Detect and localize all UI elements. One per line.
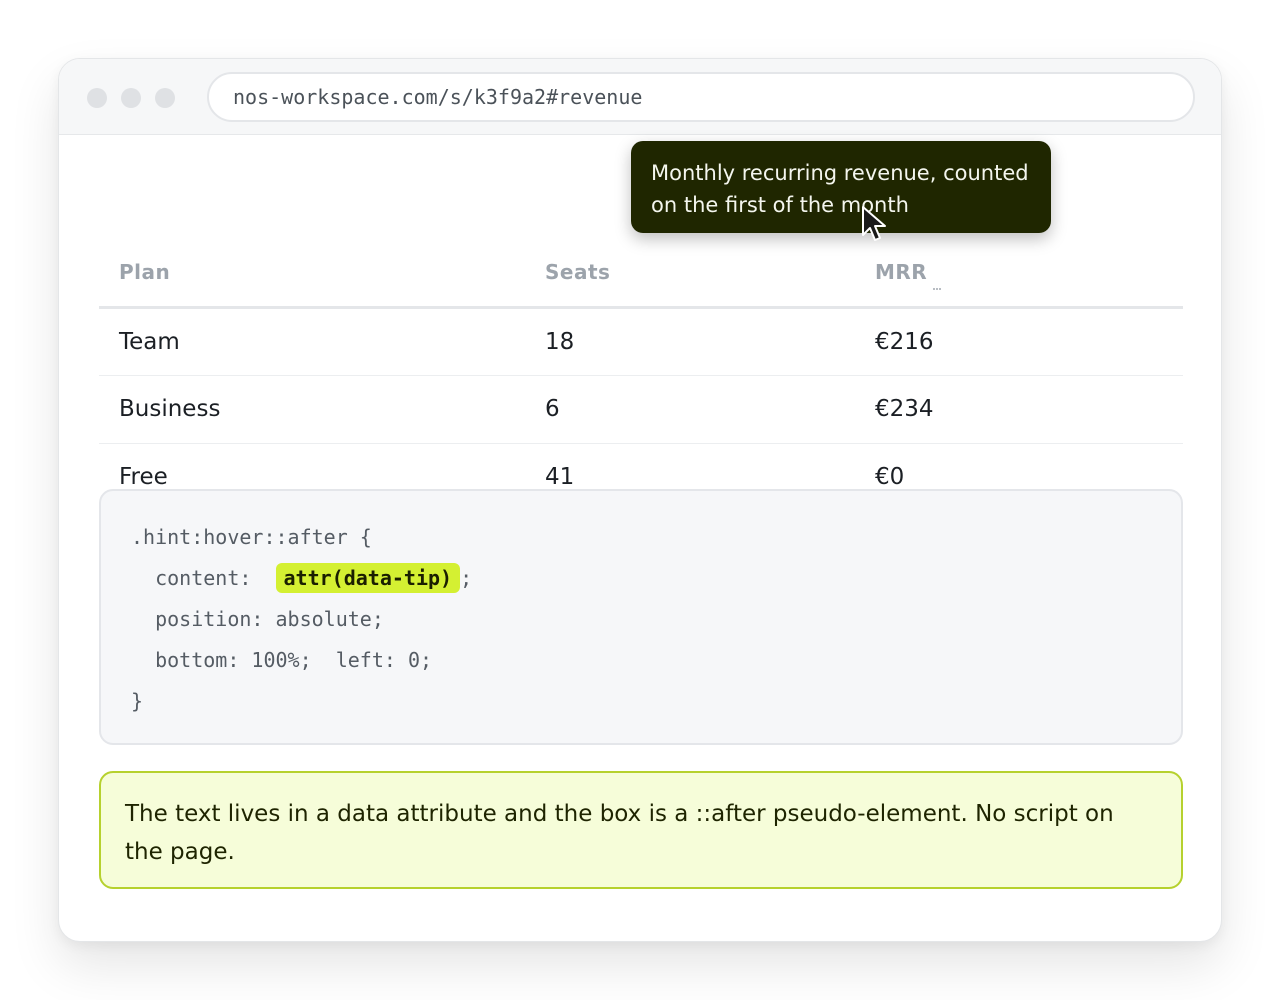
- code-line: }: [131, 689, 144, 713]
- code-line: position: absolute;: [131, 607, 384, 631]
- note-text: The text lives in a data attribute and t…: [125, 801, 1114, 865]
- table-row: Business 6 €234: [99, 375, 1183, 444]
- code-line: content: attr(data-tip);: [131, 558, 1181, 599]
- cell-plan: Business: [99, 375, 525, 444]
- window-minimize-dot[interactable]: [121, 88, 141, 108]
- tooltip-text: Monthly recurring revenue, counted on th…: [651, 161, 1029, 217]
- column-header-plan: Plan: [99, 239, 525, 309]
- mrr-tooltip: Monthly recurring revenue, counted on th…: [631, 141, 1051, 233]
- column-header-seats: Seats: [525, 239, 855, 309]
- revenue-table: Plan Seats MRR Team 18 €216 Business 6 €…: [99, 239, 1183, 511]
- css-code-block: .hint:hover::after { content: attr(data-…: [99, 489, 1183, 745]
- code-line: .hint:hover::after {: [131, 525, 372, 549]
- code-line: bottom: 100%; left: 0;: [131, 648, 433, 672]
- address-bar-url: nos-workspace.com/s/k3f9a2#revenue: [233, 85, 643, 109]
- table-row: Team 18 €216: [99, 307, 1183, 376]
- code-highlight: attr(data-tip): [275, 563, 461, 593]
- code-text: content:: [131, 566, 276, 590]
- cell-plan: Team: [99, 307, 525, 376]
- code-text: ;: [460, 566, 473, 590]
- browser-chrome: nos-workspace.com/s/k3f9a2#revenue: [59, 59, 1221, 135]
- mrr-hint[interactable]: MRR: [875, 260, 927, 284]
- browser-window: nos-workspace.com/s/k3f9a2#revenue Plan …: [58, 58, 1222, 942]
- address-bar[interactable]: nos-workspace.com/s/k3f9a2#revenue: [207, 72, 1195, 122]
- cell-seats: 18: [525, 307, 855, 376]
- cell-mrr: €234: [855, 375, 1183, 444]
- table-header-row: Plan Seats MRR: [99, 239, 1183, 309]
- window-maximize-dot[interactable]: [155, 88, 175, 108]
- cell-seats: 6: [525, 375, 855, 444]
- column-header-mrr[interactable]: MRR: [855, 239, 1183, 309]
- info-note: The text lives in a data attribute and t…: [99, 771, 1183, 889]
- window-close-dot[interactable]: [87, 88, 107, 108]
- arrow-cursor-icon: [862, 206, 886, 241]
- cell-mrr: €216: [855, 307, 1183, 376]
